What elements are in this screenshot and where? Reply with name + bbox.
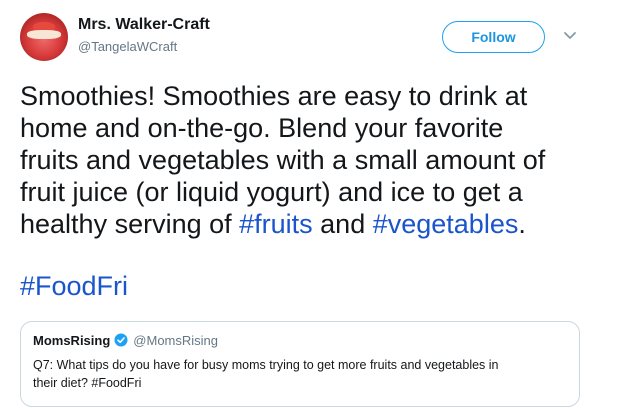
quoted-author-handle: @MomsRising [133, 332, 219, 348]
quoted-tweet-line: Q7: What tips do you have for busy moms … [33, 358, 499, 372]
hashtag-line: #FoodFri [20, 270, 128, 302]
avatar[interactable] [20, 13, 68, 61]
tweet-line: healthy serving of #fruits and #vegetabl… [20, 208, 610, 240]
author-name[interactable]: Mrs. Walker-Craft [78, 16, 210, 34]
tweet-text-segment: healthy serving of [20, 209, 240, 239]
tweet-text: Smoothies! Smoothies are easy to drink a… [20, 80, 610, 240]
quoted-tweet-header: MomsRising @MomsRising [33, 332, 567, 348]
hashtag-link-foodfri[interactable]: #FoodFri [20, 271, 128, 301]
author-handle[interactable]: @TangelaWCraft [78, 39, 177, 54]
chevron-down-icon[interactable] [563, 31, 577, 41]
tweet-line: fruits and vegetables with a small amoun… [20, 145, 546, 175]
quoted-author-name: MomsRising [33, 332, 111, 348]
quoted-tweet-line: their diet? #FoodFri [33, 376, 142, 390]
verified-badge-icon [114, 333, 128, 347]
quoted-tweet[interactable]: MomsRising @MomsRising Q7: What tips do … [20, 321, 580, 407]
follow-button[interactable]: Follow [442, 21, 545, 53]
tweet-text-segment: . [518, 209, 526, 239]
hashtag-link-fruits[interactable]: #fruits [239, 209, 313, 239]
tweet-text-segment: and [312, 209, 373, 239]
avatar-cream-decoration [27, 30, 61, 39]
hashtag-link-vegetables[interactable]: #vegetables [373, 209, 519, 239]
tweet-line: home and on-the-go. Blend your favorite [20, 113, 504, 143]
tweet-line: fruit juice (or liquid yogurt) and ice t… [20, 177, 523, 207]
quoted-tweet-body: Q7: What tips do you have for busy moms … [33, 356, 567, 392]
tweet-line: Smoothies! Smoothies are easy to drink a… [20, 81, 528, 111]
